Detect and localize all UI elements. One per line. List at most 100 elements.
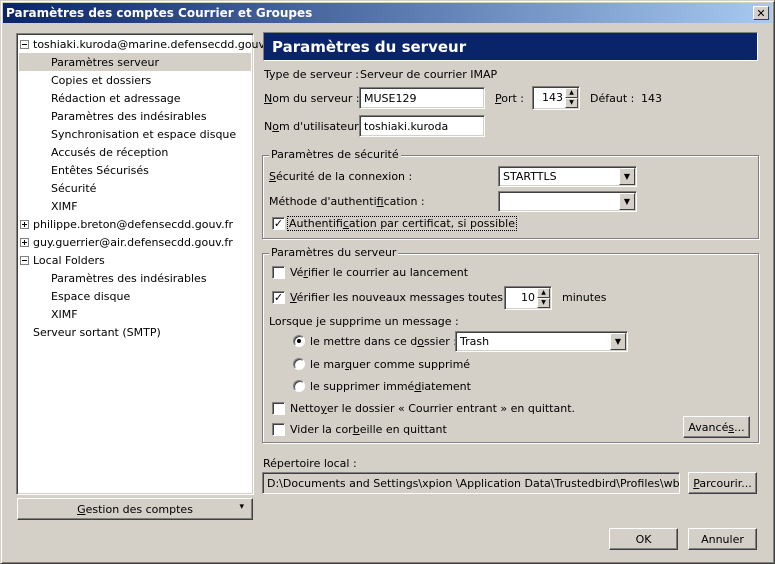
tree-item[interactable]: Paramètres serveur [19,53,251,71]
tree-item[interactable]: Sécurité [19,179,251,197]
local-dir-value: D:\Documents and Settings\xpion \Applica… [267,476,680,490]
tree-item-label: Entêtes Sécurisés [51,163,149,177]
tree-item[interactable]: Rédaction et adressage [19,89,251,107]
tree-item-label: Sécurité [51,181,97,195]
connection-security-value: STARTTLS [503,170,557,183]
tree-item-label: Paramètres des indésirables [51,109,207,123]
interval-down-button[interactable]: ▼ [537,298,550,308]
check-new-messages-checkbox[interactable]: ✓ [272,291,285,304]
tree-item-label: Accusés de réception [51,145,169,159]
server-name-label: Nom du serveur : [264,92,360,105]
auth-method-select[interactable]: ▼ [498,191,637,212]
manage-accounts-button[interactable]: Gestion des comptes ▾ [17,498,253,520]
delete-immediately-radio[interactable] [293,380,305,392]
move-to-folder-label[interactable]: le mettre dans ce dossier : [310,335,457,348]
empty-trash-checkbox[interactable] [272,423,285,436]
tree-item[interactable]: Synchronisation et espace disque [19,125,251,143]
on-delete-label: Lorsque je supprime un message : [269,315,459,328]
mark-deleted-radio[interactable] [293,358,305,370]
close-button[interactable]: ✕ [753,6,769,20]
collapse-icon[interactable] [20,39,29,49]
tree-item-label: Paramètres des indésirables [51,271,207,285]
tree-item-label: Paramètres serveur [51,55,160,69]
tree-item-label: Synchronisation et espace disque [51,127,237,141]
cleanup-inbox-checkbox[interactable] [272,402,285,415]
check-new-messages-label[interactable]: Vérifier les nouveaux messages toutes le… [290,291,522,304]
tree-item-label: Local Folders [33,253,105,267]
local-dir-input[interactable]: D:\Documents and Settings\xpion \Applica… [262,472,680,494]
tree-item-label: guy.guerrier@air.defensecdd.gouv.fr [33,235,233,249]
collapse-icon[interactable] [20,255,29,265]
tree-item[interactable]: Accusés de réception [19,143,251,161]
tree-item-label: Rédaction et adressage [51,91,181,105]
tree-item[interactable]: Copies et dossiers [19,71,251,89]
tree-item[interactable]: Paramètres des indésirables [19,107,251,125]
chevron-down-icon[interactable]: ▼ [610,333,626,350]
title-bar: Paramètres des comptes Courrier et Group… [3,3,772,23]
check-interval-stepper[interactable]: 10 ▲ ▼ [504,286,552,310]
port-stepper[interactable]: 143 ▲ ▼ [532,86,580,110]
username-label: Nom d'utilisateur : [264,120,366,133]
tree-item-label: XIMF [51,307,78,321]
cleanup-inbox-label[interactable]: Nettoyer le dossier « Courrier entrant »… [290,402,575,415]
tree-account-item[interactable]: guy.guerrier@air.defensecdd.gouv.fr [19,233,251,251]
server-type-label: Type de serveur : [264,68,360,81]
trash-folder-select[interactable]: Trash ▼ [455,331,628,352]
port-down-button[interactable]: ▼ [565,98,578,108]
arrow-up-icon: ▲ [569,89,574,96]
tree-item-label: Espace disque [51,289,131,303]
arrow-down-icon: ▼ [569,99,574,106]
trash-folder-value: Trash [460,335,490,348]
check-on-startup-label[interactable]: Vérifier le courrier au lancement [290,266,468,279]
tree-account-item[interactable]: Serveur sortant (SMTP) [19,323,251,341]
arrow-down-icon: ▼ [541,299,546,306]
username-input[interactable]: toshiaki.kuroda [359,115,485,137]
window-title: Paramètres des comptes Courrier et Group… [6,6,313,20]
page-title: Paramètres du serveur [263,32,758,61]
empty-trash-label[interactable]: Vider la corbeille en quittant [290,423,447,436]
tree-item-label: Serveur sortant (SMTP) [33,325,161,339]
connection-security-label: Sécurité de la connexion : [269,170,413,183]
expand-icon[interactable] [20,237,29,247]
tree-item-label: Copies et dossiers [51,73,152,87]
account-tree[interactable]: toshiaki.kuroda@marine.defensecdd.gouv.f… [16,33,276,495]
expand-icon[interactable] [20,219,29,229]
interval-up-button[interactable]: ▲ [537,288,550,298]
browse-button[interactable]: Parcourir... [688,472,757,494]
tree-item[interactable]: Entêtes Sécurisés [19,161,251,179]
port-value: 143 [542,91,563,104]
manage-accounts-label: Gestion des comptes [77,502,193,516]
arrow-up-icon: ▲ [541,289,546,296]
chevron-down-icon: ▾ [239,502,244,512]
delete-immediately-label[interactable]: le supprimer immédiatement [310,380,471,393]
server-type-value: Serveur de courrier IMAP [360,68,498,81]
server-name-input[interactable]: MUSE129 [359,87,485,109]
mark-deleted-label[interactable]: le marquer comme supprimé [310,358,470,371]
port-up-button[interactable]: ▲ [565,88,578,98]
tree-item[interactable]: XIMF [19,197,251,215]
close-icon: ✕ [756,6,766,20]
cert-auth-label[interactable]: Authentification par certificat, si poss… [287,216,517,231]
tree-item-label: philippe.breton@defensecdd.gouv.fr [33,217,233,231]
tree-account-item[interactable]: toshiaki.kuroda@marine.defensecdd.gouv.f… [19,35,276,53]
ok-button[interactable]: OK [609,528,678,550]
advanced-button[interactable]: Avancés... [683,416,750,438]
move-to-folder-radio[interactable] [293,335,305,347]
tree-item-label: XIMF [51,199,78,213]
server-name-value: MUSE129 [364,91,417,105]
cancel-button[interactable]: Annuler [688,528,757,550]
tree-item[interactable]: XIMF [19,305,251,323]
tree-item[interactable]: Espace disque [19,287,251,305]
auth-method-label: Méthode d'authentification : [269,195,425,208]
security-group-title: Paramètres de sécurité [269,148,401,161]
chevron-down-icon[interactable]: ▼ [619,193,635,210]
tree-account-item[interactable]: philippe.breton@defensecdd.gouv.fr [19,215,251,233]
account-settings-dialog: Paramètres des comptes Courrier et Group… [0,0,775,564]
check-on-startup-checkbox[interactable] [272,266,285,279]
minutes-label: minutes [562,291,607,304]
connection-security-select[interactable]: STARTTLS ▼ [498,166,637,187]
chevron-down-icon[interactable]: ▼ [619,168,635,185]
tree-item[interactable]: Paramètres des indésirables [19,269,251,287]
tree-account-item[interactable]: Local Folders [19,251,251,269]
cert-auth-checkbox[interactable]: ✓ [272,217,285,230]
